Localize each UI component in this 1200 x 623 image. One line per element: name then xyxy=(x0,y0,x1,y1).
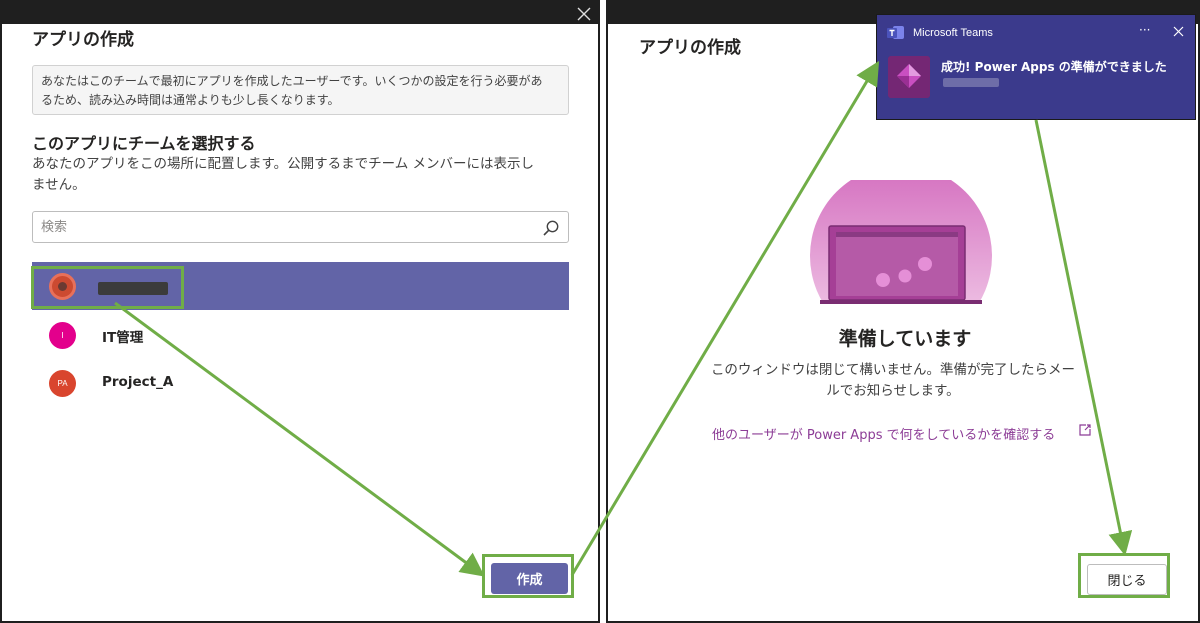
search-input[interactable] xyxy=(41,213,531,241)
redacted-team-name xyxy=(98,282,168,295)
more-options-icon[interactable]: ··· xyxy=(1139,23,1150,37)
close-icon[interactable] xyxy=(1173,26,1184,37)
info-message-line: あなたはこのチームで最初にアプリを作成したユーザーです。いくつかの設定を行う必要… xyxy=(41,74,543,88)
preparing-description: このウィンドウは閉じて構いません。準備が完了したらメー ルでお知らせします。 xyxy=(708,360,1078,402)
create-button[interactable]: 作成 xyxy=(491,563,568,594)
team-avatar: PA xyxy=(49,370,76,397)
team-list-item[interactable]: PA Project_A xyxy=(32,359,569,407)
preparing-title: 準備しています xyxy=(838,328,972,350)
dialog-title: アプリの作成 xyxy=(639,38,741,58)
team-avatar xyxy=(49,273,76,300)
close-button[interactable]: 閉じる xyxy=(1087,564,1167,595)
toast-app-name: Microsoft Teams xyxy=(913,27,993,39)
section-description-line: ません。 xyxy=(32,177,86,193)
team-list-item-selected[interactable] xyxy=(32,262,569,310)
team-avatar: I xyxy=(49,322,76,349)
section-description: あなたのアプリをこの場所に配置します。公開するまでチーム メンバーには表示し ま… xyxy=(32,154,572,196)
section-description-line: あなたのアプリをこの場所に配置します。公開するまでチーム メンバーには表示し xyxy=(32,156,535,172)
preparing-illustration xyxy=(810,180,992,304)
redacted-toast-subtitle xyxy=(943,78,999,87)
close-icon[interactable] xyxy=(576,6,592,22)
preparing-description-line: このウィンドウは閉じて構いません。準備が完了したらメー xyxy=(710,362,1076,378)
dialog-titlebar xyxy=(2,2,598,24)
info-message-line: るため、読み込み時間は通常よりも少し長くなります。 xyxy=(41,93,340,107)
team-name: IT管理 xyxy=(102,330,144,346)
power-apps-link[interactable]: 他のユーザーが Power Apps で何をしているかを確認する xyxy=(712,424,1055,443)
create-app-dialog-left: アプリの作成 あなたはこのチームで最初にアプリを作成したユーザーです。いくつかの… xyxy=(0,0,600,623)
info-message: あなたはこのチームで最初にアプリを作成したユーザーです。いくつかの設定を行う必要… xyxy=(32,65,569,115)
team-list-item[interactable]: I IT管理 xyxy=(32,311,569,359)
section-title: このアプリにチームを選択する xyxy=(32,134,256,153)
team-name: Project_A xyxy=(102,374,174,390)
avatar-dot xyxy=(58,282,67,291)
team-search xyxy=(32,211,569,243)
teams-icon xyxy=(887,26,904,39)
external-link-icon[interactable] xyxy=(1078,423,1092,437)
power-apps-icon xyxy=(888,56,930,98)
search-icon[interactable] xyxy=(542,219,560,237)
preparing-description-line: ルでお知らせします。 xyxy=(826,383,960,399)
dialog-title: アプリの作成 xyxy=(32,30,134,50)
teams-toast-notification[interactable]: Microsoft Teams ··· 成功! Power Apps の準備がで… xyxy=(876,14,1196,120)
toast-message: 成功! Power Apps の準備ができました xyxy=(941,60,1167,74)
